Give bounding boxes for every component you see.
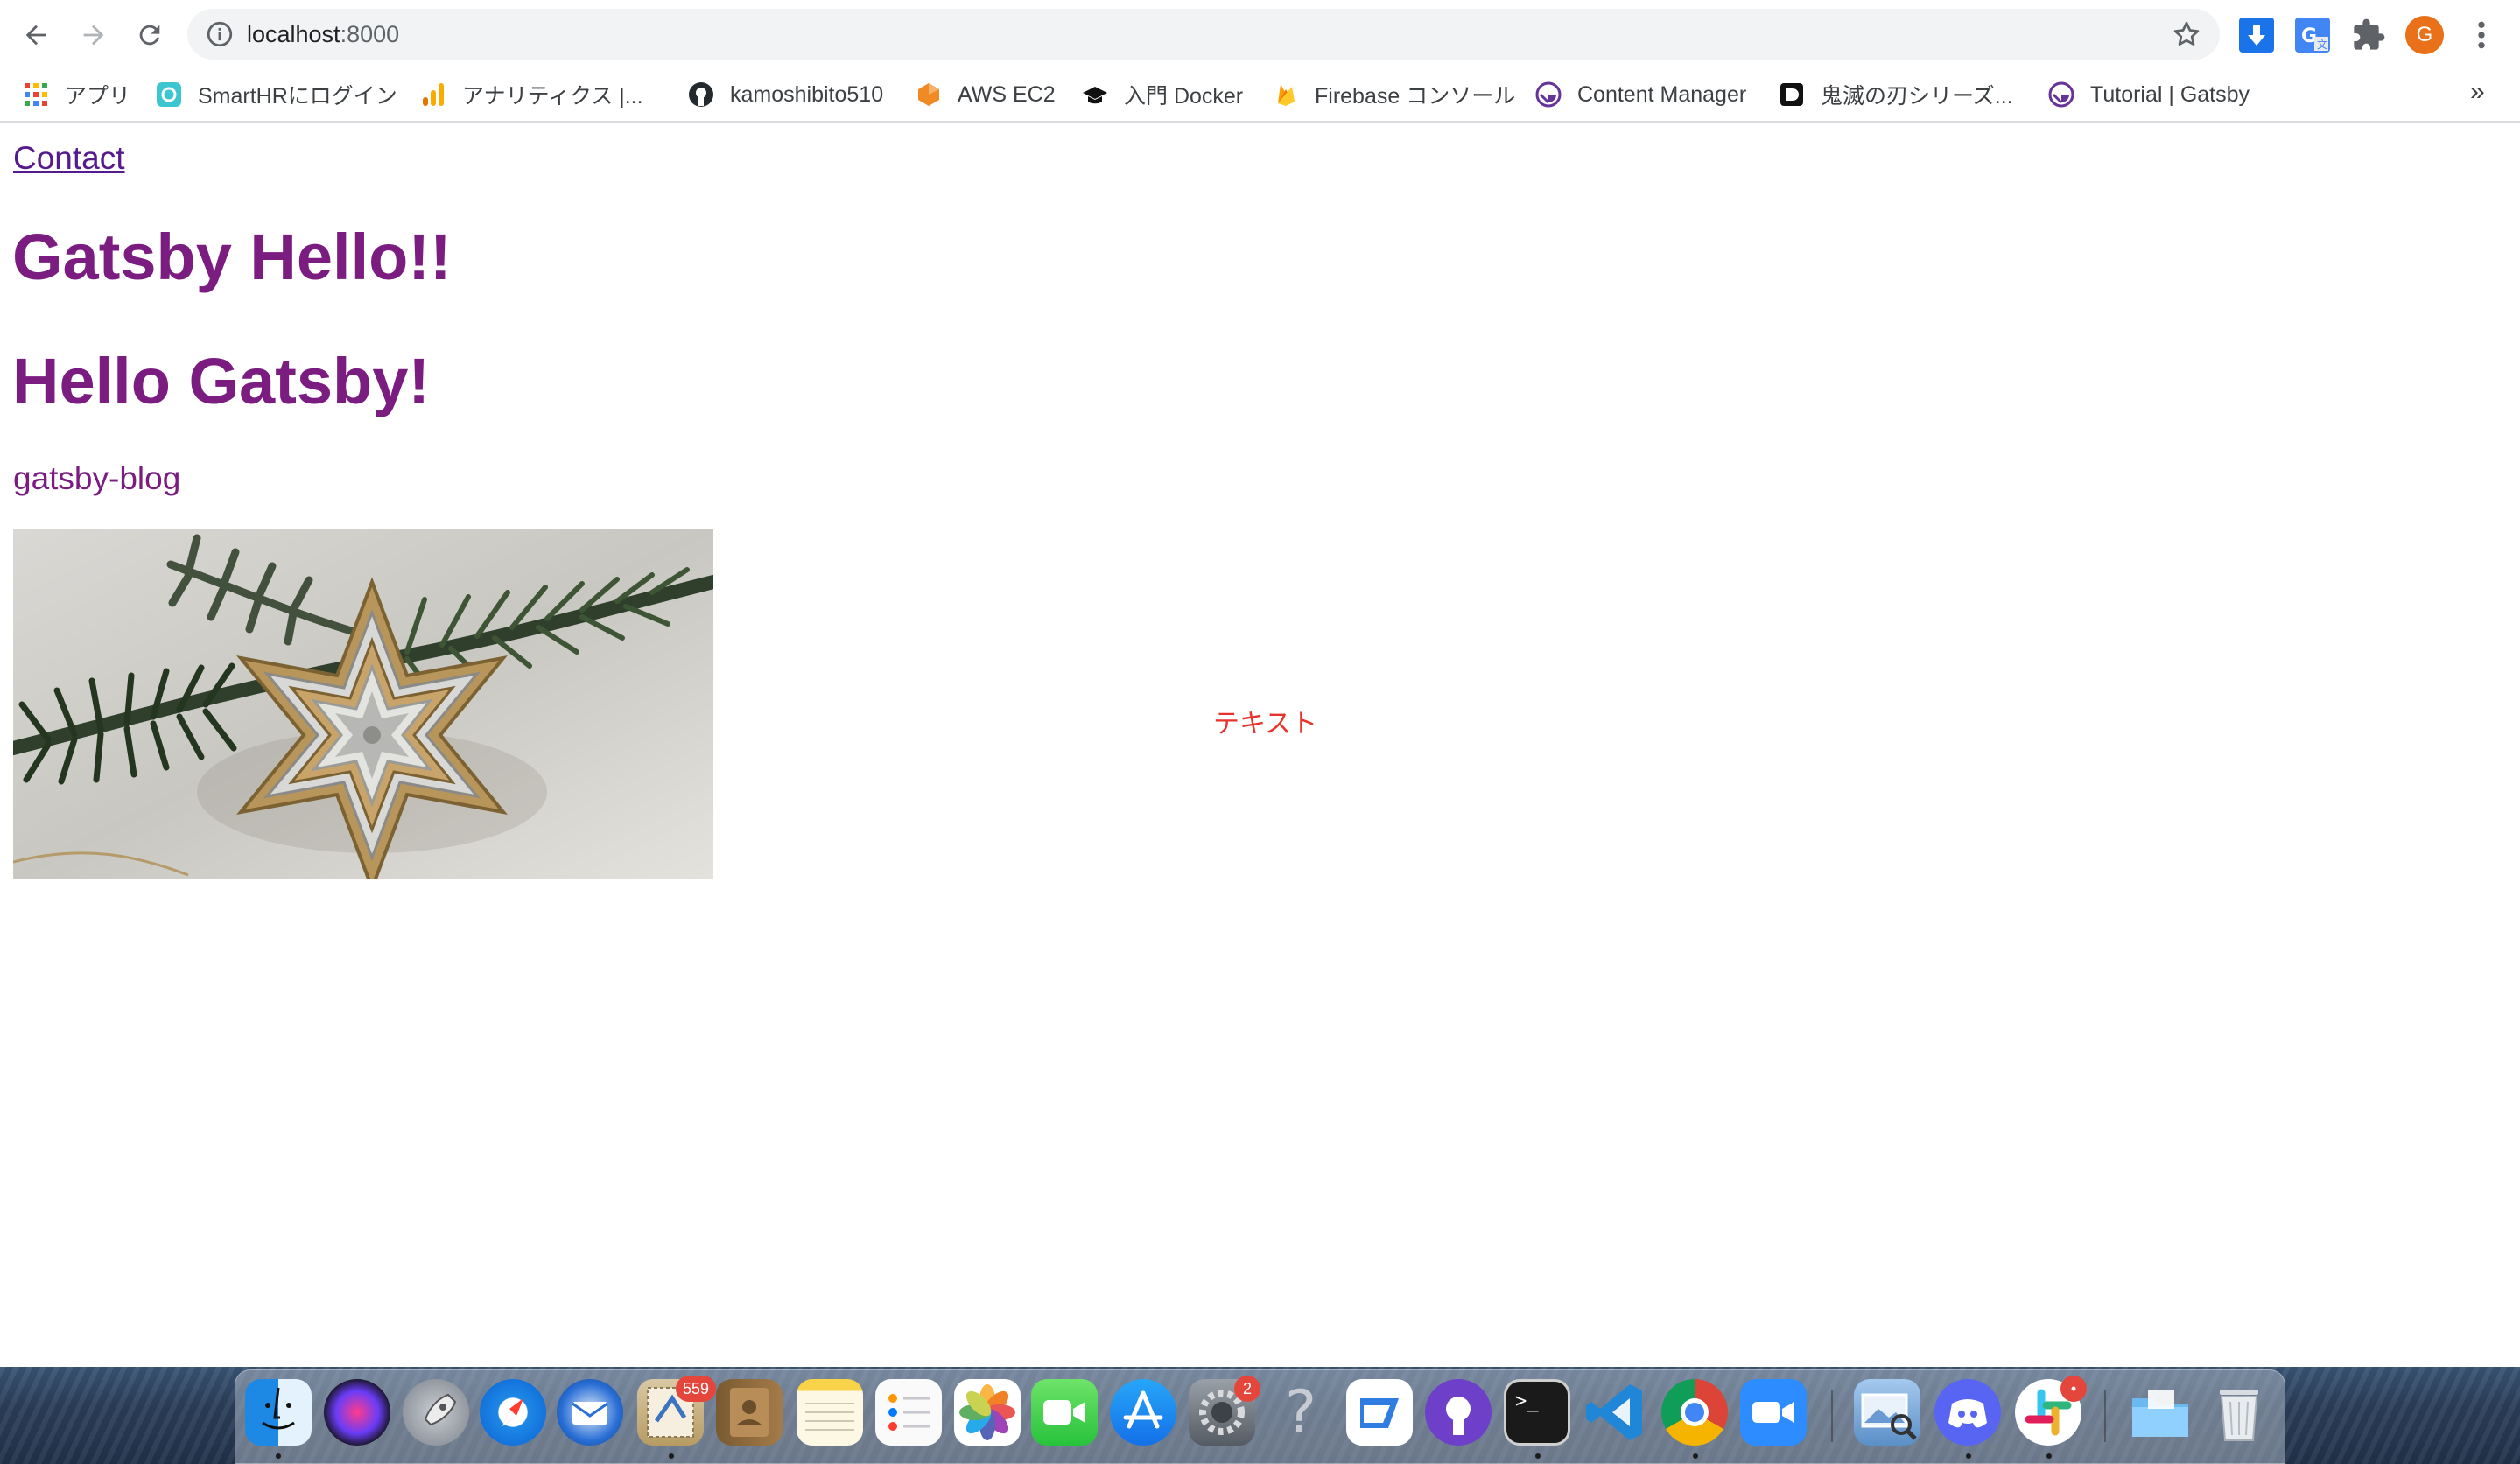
bookmarks-bar: アプリ SmartHRにログイン アナリティクス |... kamoshibit… bbox=[0, 68, 2520, 123]
vscode-icon[interactable] bbox=[1583, 1379, 1649, 1446]
hero-image bbox=[13, 529, 713, 879]
bookmark-content-manager[interactable]: Content Manager bbox=[1535, 68, 1746, 121]
site-name: gatsby-blog bbox=[13, 460, 181, 496]
preview-icon[interactable] bbox=[1854, 1379, 1920, 1446]
dmm-icon bbox=[1779, 81, 1805, 108]
star-icon[interactable] bbox=[2171, 18, 2202, 50]
bookmark-label: kamoshibito510 bbox=[730, 81, 884, 107]
mortarboard-icon bbox=[1082, 81, 1108, 108]
bookmark-label: AWS EC2 bbox=[958, 81, 1056, 107]
running-indicator bbox=[2046, 1453, 2052, 1459]
arrow-left-icon bbox=[25, 25, 46, 46]
apps-grid-icon bbox=[23, 81, 49, 108]
page-heading-secondary: Hello Gatsby! bbox=[12, 345, 430, 417]
profile-avatar[interactable]: G bbox=[2405, 16, 2444, 54]
back-button[interactable] bbox=[12, 11, 60, 59]
facetime-icon[interactable] bbox=[1031, 1379, 1098, 1446]
arrow-right-icon bbox=[83, 25, 104, 46]
finder-icon[interactable] bbox=[245, 1379, 312, 1446]
bookmark-label: SmartHRにログイン bbox=[198, 84, 397, 109]
gatsby-icon bbox=[1535, 81, 1562, 108]
github-icon bbox=[688, 81, 714, 108]
smarthr-icon bbox=[156, 81, 182, 108]
analytics-icon bbox=[420, 81, 446, 108]
trash-icon[interactable] bbox=[2206, 1379, 2272, 1446]
bookmark-analytics[interactable]: アナリティクス |... bbox=[420, 68, 643, 121]
bookmark-aws[interactable]: AWS EC2 bbox=[916, 68, 1056, 121]
bookmark-smarthr[interactable]: SmartHRにログイン bbox=[156, 68, 397, 121]
browser-toolbar: localhost:8000 G文 G bbox=[0, 0, 2520, 68]
reload-icon bbox=[139, 25, 160, 46]
firebase-icon bbox=[1273, 81, 1299, 108]
bookmarks-overflow-button[interactable]: » bbox=[2470, 77, 2485, 107]
bookmark-label: Tutorial | Gatsby bbox=[2090, 81, 2250, 107]
running-indicator bbox=[276, 1453, 281, 1459]
chrome-icon[interactable] bbox=[1661, 1379, 1728, 1446]
bookmark-label: アナリティクス |... bbox=[462, 84, 643, 109]
reload-button[interactable] bbox=[126, 11, 173, 59]
more-vertical-icon[interactable] bbox=[2468, 18, 2495, 53]
page-content: Contact Gatsby Hello!! Hello Gatsby! gat… bbox=[0, 124, 2520, 1367]
siri-icon[interactable] bbox=[324, 1379, 390, 1446]
terminal-icon[interactable]: >_ bbox=[1504, 1379, 1570, 1446]
url-host: localhost bbox=[247, 21, 340, 47]
contacts-book-icon[interactable] bbox=[716, 1379, 783, 1446]
zoom-icon[interactable] bbox=[1740, 1379, 1807, 1446]
forward-button[interactable] bbox=[70, 11, 117, 59]
bookmark-label: アプリ bbox=[65, 84, 131, 109]
dock-separator bbox=[2104, 1390, 2106, 1442]
bookmark-github[interactable]: kamoshibito510 bbox=[688, 68, 883, 121]
download-arrow-icon bbox=[2248, 25, 2265, 46]
help-question-icon[interactable]: ? bbox=[1267, 1379, 1334, 1446]
reminders-icon[interactable] bbox=[875, 1379, 942, 1446]
photos-icon[interactable] bbox=[954, 1379, 1021, 1446]
notes-icon[interactable] bbox=[797, 1379, 863, 1446]
system-preferences-badge: 2 bbox=[1234, 1376, 1260, 1402]
discord-icon[interactable] bbox=[1934, 1379, 2001, 1446]
running-indicator bbox=[1693, 1453, 1698, 1459]
bookmark-gatsby-tutorial[interactable]: Tutorial | Gatsby bbox=[2048, 68, 2250, 121]
christmas-star-ornament-image bbox=[13, 529, 713, 879]
downloads-folder-icon[interactable] bbox=[2127, 1379, 2194, 1446]
extensions-puzzle-icon[interactable] bbox=[2351, 18, 2386, 53]
aws-icon bbox=[916, 81, 942, 108]
download-extension-button[interactable] bbox=[2239, 18, 2274, 53]
running-indicator bbox=[1966, 1453, 1971, 1459]
bookmark-firebase[interactable]: Firebase コンソール bbox=[1273, 68, 1515, 121]
app-store-icon[interactable] bbox=[1110, 1379, 1176, 1446]
bookmark-label: 鬼滅の刃シリーズ... bbox=[1821, 84, 2013, 109]
safari-compass-icon[interactable] bbox=[480, 1379, 546, 1446]
mail-unread-badge: 559 bbox=[676, 1376, 717, 1402]
svg-text:文: 文 bbox=[2317, 38, 2327, 51]
bookmark-kimetsu[interactable]: 鬼滅の刃シリーズ... bbox=[1779, 68, 2013, 121]
bookmark-label: Content Manager bbox=[1577, 81, 1747, 107]
google-translate-icon: G文 bbox=[2301, 25, 2328, 51]
bookmark-apps[interactable]: アプリ bbox=[23, 68, 130, 121]
page-heading-primary: Gatsby Hello!! bbox=[12, 221, 452, 293]
gatsby-icon bbox=[2048, 81, 2074, 108]
contact-link[interactable]: Contact bbox=[13, 140, 125, 177]
info-icon[interactable] bbox=[205, 19, 235, 49]
thunderbird-icon[interactable] bbox=[557, 1379, 623, 1446]
launchpad-rocket-icon[interactable] bbox=[403, 1379, 469, 1446]
sample-red-text: テキスト bbox=[1213, 710, 1318, 739]
bookmark-label: Firebase コンソール bbox=[1315, 84, 1516, 109]
translate-extension-button[interactable]: G文 bbox=[2295, 18, 2330, 53]
bookmark-docker[interactable]: 入門 Docker bbox=[1082, 68, 1243, 121]
email-client-icon[interactable] bbox=[1346, 1379, 1413, 1446]
dock-separator bbox=[1831, 1390, 1833, 1442]
running-indicator bbox=[1535, 1453, 1541, 1459]
bookmark-label: 入門 Docker bbox=[1124, 84, 1244, 109]
slack-badge: • bbox=[2060, 1376, 2087, 1402]
address-bar[interactable]: localhost:8000 bbox=[187, 9, 2220, 60]
url-port: :8000 bbox=[340, 21, 400, 47]
github-desktop-icon[interactable] bbox=[1425, 1379, 1492, 1446]
url-text[interactable]: localhost:8000 bbox=[247, 19, 399, 49]
running-indicator bbox=[669, 1453, 674, 1459]
